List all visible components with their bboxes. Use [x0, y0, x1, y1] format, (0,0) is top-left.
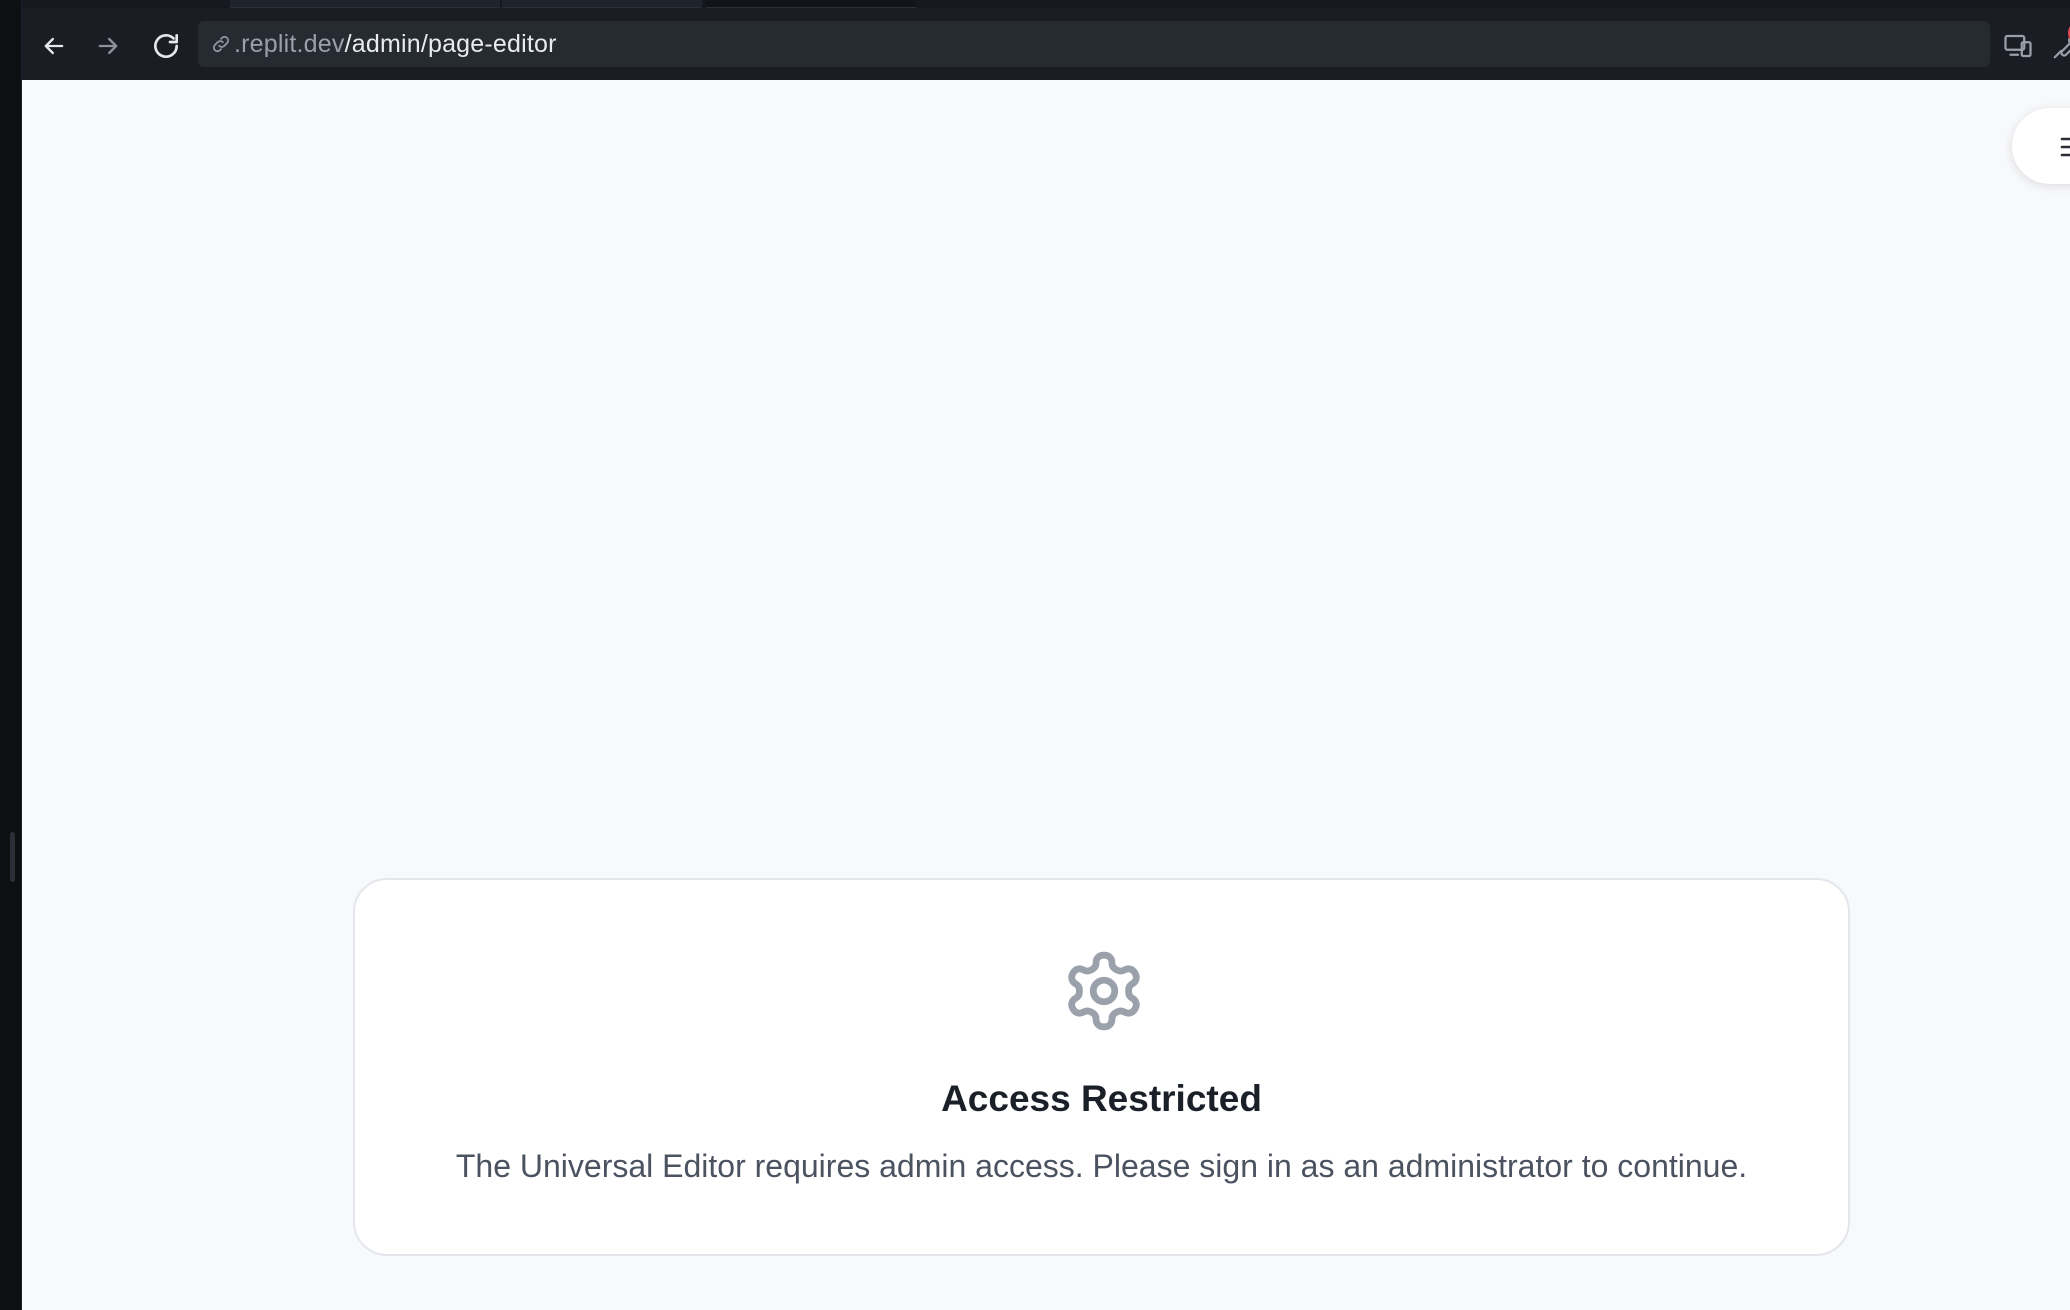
- arrow-left-icon: [44, 37, 64, 55]
- devices-button[interactable]: [1998, 26, 2038, 66]
- page-viewport: Access Restricted The Universal Editor r…: [22, 80, 2070, 1310]
- responsive-devices-icon: [2004, 34, 2032, 58]
- gear-icon: [1068, 951, 1140, 1031]
- resize-handle[interactable]: [10, 832, 15, 882]
- url-host: .replit.dev: [234, 29, 345, 58]
- refresh-icon: [154, 34, 178, 58]
- url-path: /admin/page-editor: [344, 29, 557, 58]
- arrow-right-icon: [98, 37, 118, 55]
- tab-strip: [22, 0, 2070, 8]
- wrench-icon: [2053, 37, 2070, 59]
- reload-button[interactable]: [146, 26, 186, 66]
- tab[interactable]: [502, 0, 702, 8]
- left-rail: [0, 0, 22, 1310]
- forward-button[interactable]: [88, 26, 128, 66]
- tools-button[interactable]: 1: [2046, 20, 2070, 66]
- browser-toolbar: .replit.dev /admin/page-editor 1: [22, 8, 2070, 80]
- access-restricted-card: Access Restricted The Universal Editor r…: [353, 878, 1850, 1256]
- back-button[interactable]: [34, 26, 74, 66]
- tab[interactable]: [230, 0, 500, 8]
- card-message: The Universal Editor requires admin acce…: [455, 1148, 1748, 1184]
- menu-bars-icon: [2060, 137, 2070, 157]
- link-icon: [208, 31, 234, 57]
- card-title: Access Restricted: [941, 1078, 1262, 1119]
- tab-active[interactable]: [706, 0, 916, 8]
- address-bar[interactable]: .replit.dev /admin/page-editor: [198, 21, 1990, 67]
